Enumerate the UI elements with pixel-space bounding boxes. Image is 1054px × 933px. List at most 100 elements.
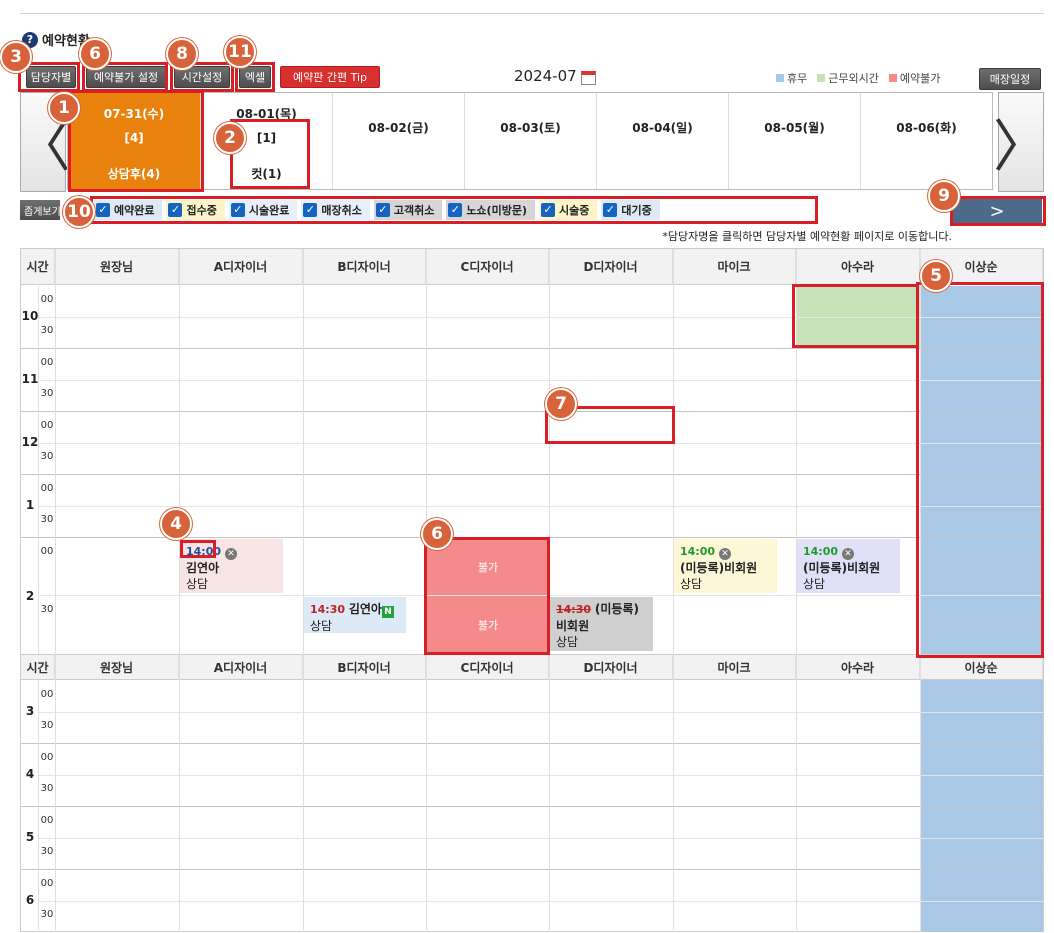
column-line <box>303 249 304 932</box>
staff-header[interactable]: C디자이너 <box>426 654 549 680</box>
filter-receiving[interactable]: ✓ 접수중 <box>166 200 225 220</box>
legend-swatch <box>776 74 784 82</box>
appointment-card[interactable]: 14:30 김연아 N 상담 <box>304 597 406 633</box>
appointment-service: 상담 <box>803 577 826 591</box>
filter-completed[interactable]: ✓ 시술완료 <box>228 200 298 220</box>
staff-header[interactable]: B디자이너 <box>303 249 426 285</box>
date-cell[interactable]: 08-02(금) <box>333 93 465 189</box>
checkbox-checked-icon[interactable]: ✓ <box>603 203 618 217</box>
staff-header[interactable]: 원장님 <box>55 249 179 285</box>
hour-line <box>21 743 1043 744</box>
filter-customer-cancel[interactable]: ✓ 고객취소 <box>373 200 443 220</box>
half-hour-line <box>39 775 1043 776</box>
checkbox-checked-icon[interactable]: ✓ <box>375 203 390 217</box>
appointment-time: 14:00 <box>186 545 222 558</box>
store-schedule-button[interactable]: 매장일정 <box>979 68 1041 90</box>
hour-line <box>21 806 1043 807</box>
hour-label: 12 <box>21 435 39 449</box>
column-line <box>549 249 550 932</box>
filter-store-cancel[interactable]: ✓ 매장취소 <box>301 200 370 220</box>
checkbox-checked-icon[interactable]: ✓ <box>230 203 245 217</box>
next-week-button[interactable]: 〉 <box>993 92 1049 192</box>
min-label: 00 <box>40 483 54 494</box>
date-cell[interactable]: 08-04(일) <box>597 93 729 189</box>
excel-button[interactable]: 엑셀 <box>239 66 271 88</box>
staff-header[interactable]: 아수라 <box>796 249 920 285</box>
staff-header[interactable]: 마이크 <box>673 654 796 680</box>
blocked-slot[interactable]: 불가 <box>427 596 549 653</box>
annotation-badge: 9 <box>928 180 960 212</box>
close-icon[interactable]: ✕ <box>719 548 732 560</box>
min-label: 30 <box>40 514 54 525</box>
appointment-card[interactable]: 14:30 (미등록)비회원 상담 <box>550 597 653 651</box>
hour-line <box>21 869 1043 870</box>
hour-line <box>21 411 1043 412</box>
hour-line <box>21 348 1043 349</box>
staff-header[interactable]: B디자이너 <box>303 654 426 680</box>
hour-line <box>21 474 1043 475</box>
checkbox-checked-icon[interactable]: ✓ <box>540 203 555 217</box>
appointment-card[interactable]: 14:00 ✕ (미등록)비회원 상담 <box>674 539 777 593</box>
annotation-badge: 6 <box>79 38 111 70</box>
date-cell[interactable]: 08-03(토) <box>465 93 597 189</box>
half-hour-line <box>39 901 1043 902</box>
min-label: 00 <box>40 878 54 889</box>
appointment-service: 상담 <box>310 619 333 633</box>
staff-header[interactable]: 원장님 <box>55 654 179 680</box>
legend-item-off: 휴무 <box>776 70 807 86</box>
close-icon[interactable]: ✕ <box>842 548 855 560</box>
annotation-badge: 10 <box>63 196 95 228</box>
min-label: 00 <box>40 357 54 368</box>
hour-label: 11 <box>21 372 39 386</box>
filter-reserved[interactable]: ✓ 예약완료 <box>94 200 163 220</box>
date-cell[interactable]: 07-31(수) [4] 상담후(4) <box>68 93 201 189</box>
naver-badge-icon: N <box>381 606 394 618</box>
staff-header[interactable]: 아수라 <box>796 654 920 680</box>
calendar-icon[interactable] <box>580 71 596 85</box>
annotation-badge: 1 <box>48 92 80 124</box>
filter-in-progress[interactable]: ✓ 시술중 <box>538 200 598 220</box>
date-cell[interactable]: 08-06(화) <box>861 93 992 189</box>
checkbox-checked-icon[interactable]: ✓ <box>448 203 463 217</box>
min-label: 00 <box>40 689 54 700</box>
staff-header[interactable]: A디자이너 <box>179 654 303 680</box>
half-hour-line <box>39 838 1043 839</box>
by-staff-button[interactable]: 담당자별 <box>26 66 76 88</box>
hour-label: 2 <box>25 589 35 603</box>
staff-header[interactable]: D디자이너 <box>549 249 673 285</box>
column-line <box>55 249 56 932</box>
checkbox-checked-icon[interactable]: ✓ <box>96 203 110 217</box>
filter-noshow[interactable]: ✓ 노쇼(미방문) <box>446 200 535 220</box>
appointment-time: 14:00 <box>803 545 839 558</box>
annotation-badge: 11 <box>224 36 256 68</box>
half-hour-line <box>39 380 1043 381</box>
staff-header[interactable]: D디자이너 <box>549 654 673 680</box>
hour-label: 1 <box>25 498 35 512</box>
next-staff-button[interactable]: > <box>952 198 1042 224</box>
compact-view-button[interactable]: 좁게보기 <box>20 200 60 220</box>
checkbox-checked-icon[interactable]: ✓ <box>168 203 183 217</box>
min-label: 30 <box>40 783 54 794</box>
appointment-name: (미등록)비회원 <box>680 561 758 575</box>
appointment-card[interactable]: 14:00 ✕ 김연아 상담 <box>180 539 283 593</box>
staff-header[interactable]: A디자이너 <box>179 249 303 285</box>
annotation-badge: 7 <box>545 388 577 420</box>
appointment-card[interactable]: 14:00 ✕ (미등록)비회원 상담 <box>797 539 900 593</box>
hour-label: 3 <box>25 704 35 718</box>
legend-item-offhours: 근무외시간 <box>817 70 879 86</box>
close-icon[interactable]: ✕ <box>225 548 238 560</box>
min-label: 30 <box>40 909 54 920</box>
annotation-badge: 3 <box>0 41 32 73</box>
min-label: 30 <box>40 451 54 462</box>
staff-header[interactable]: 이상순 <box>920 654 1043 680</box>
checkbox-checked-icon[interactable]: ✓ <box>303 203 318 217</box>
staff-header[interactable]: 마이크 <box>673 249 796 285</box>
time-header: 시간 <box>21 654 55 680</box>
annotation-badge: 4 <box>160 508 192 540</box>
column-line <box>38 286 39 654</box>
staff-header[interactable]: C디자이너 <box>426 249 549 285</box>
annotation-badge: 6 <box>421 518 453 550</box>
filter-waiting[interactable]: ✓ 대기중 <box>601 200 660 220</box>
tip-button[interactable]: 예약판 간편 Tip <box>280 66 380 88</box>
date-cell[interactable]: 08-05(월) <box>729 93 861 189</box>
